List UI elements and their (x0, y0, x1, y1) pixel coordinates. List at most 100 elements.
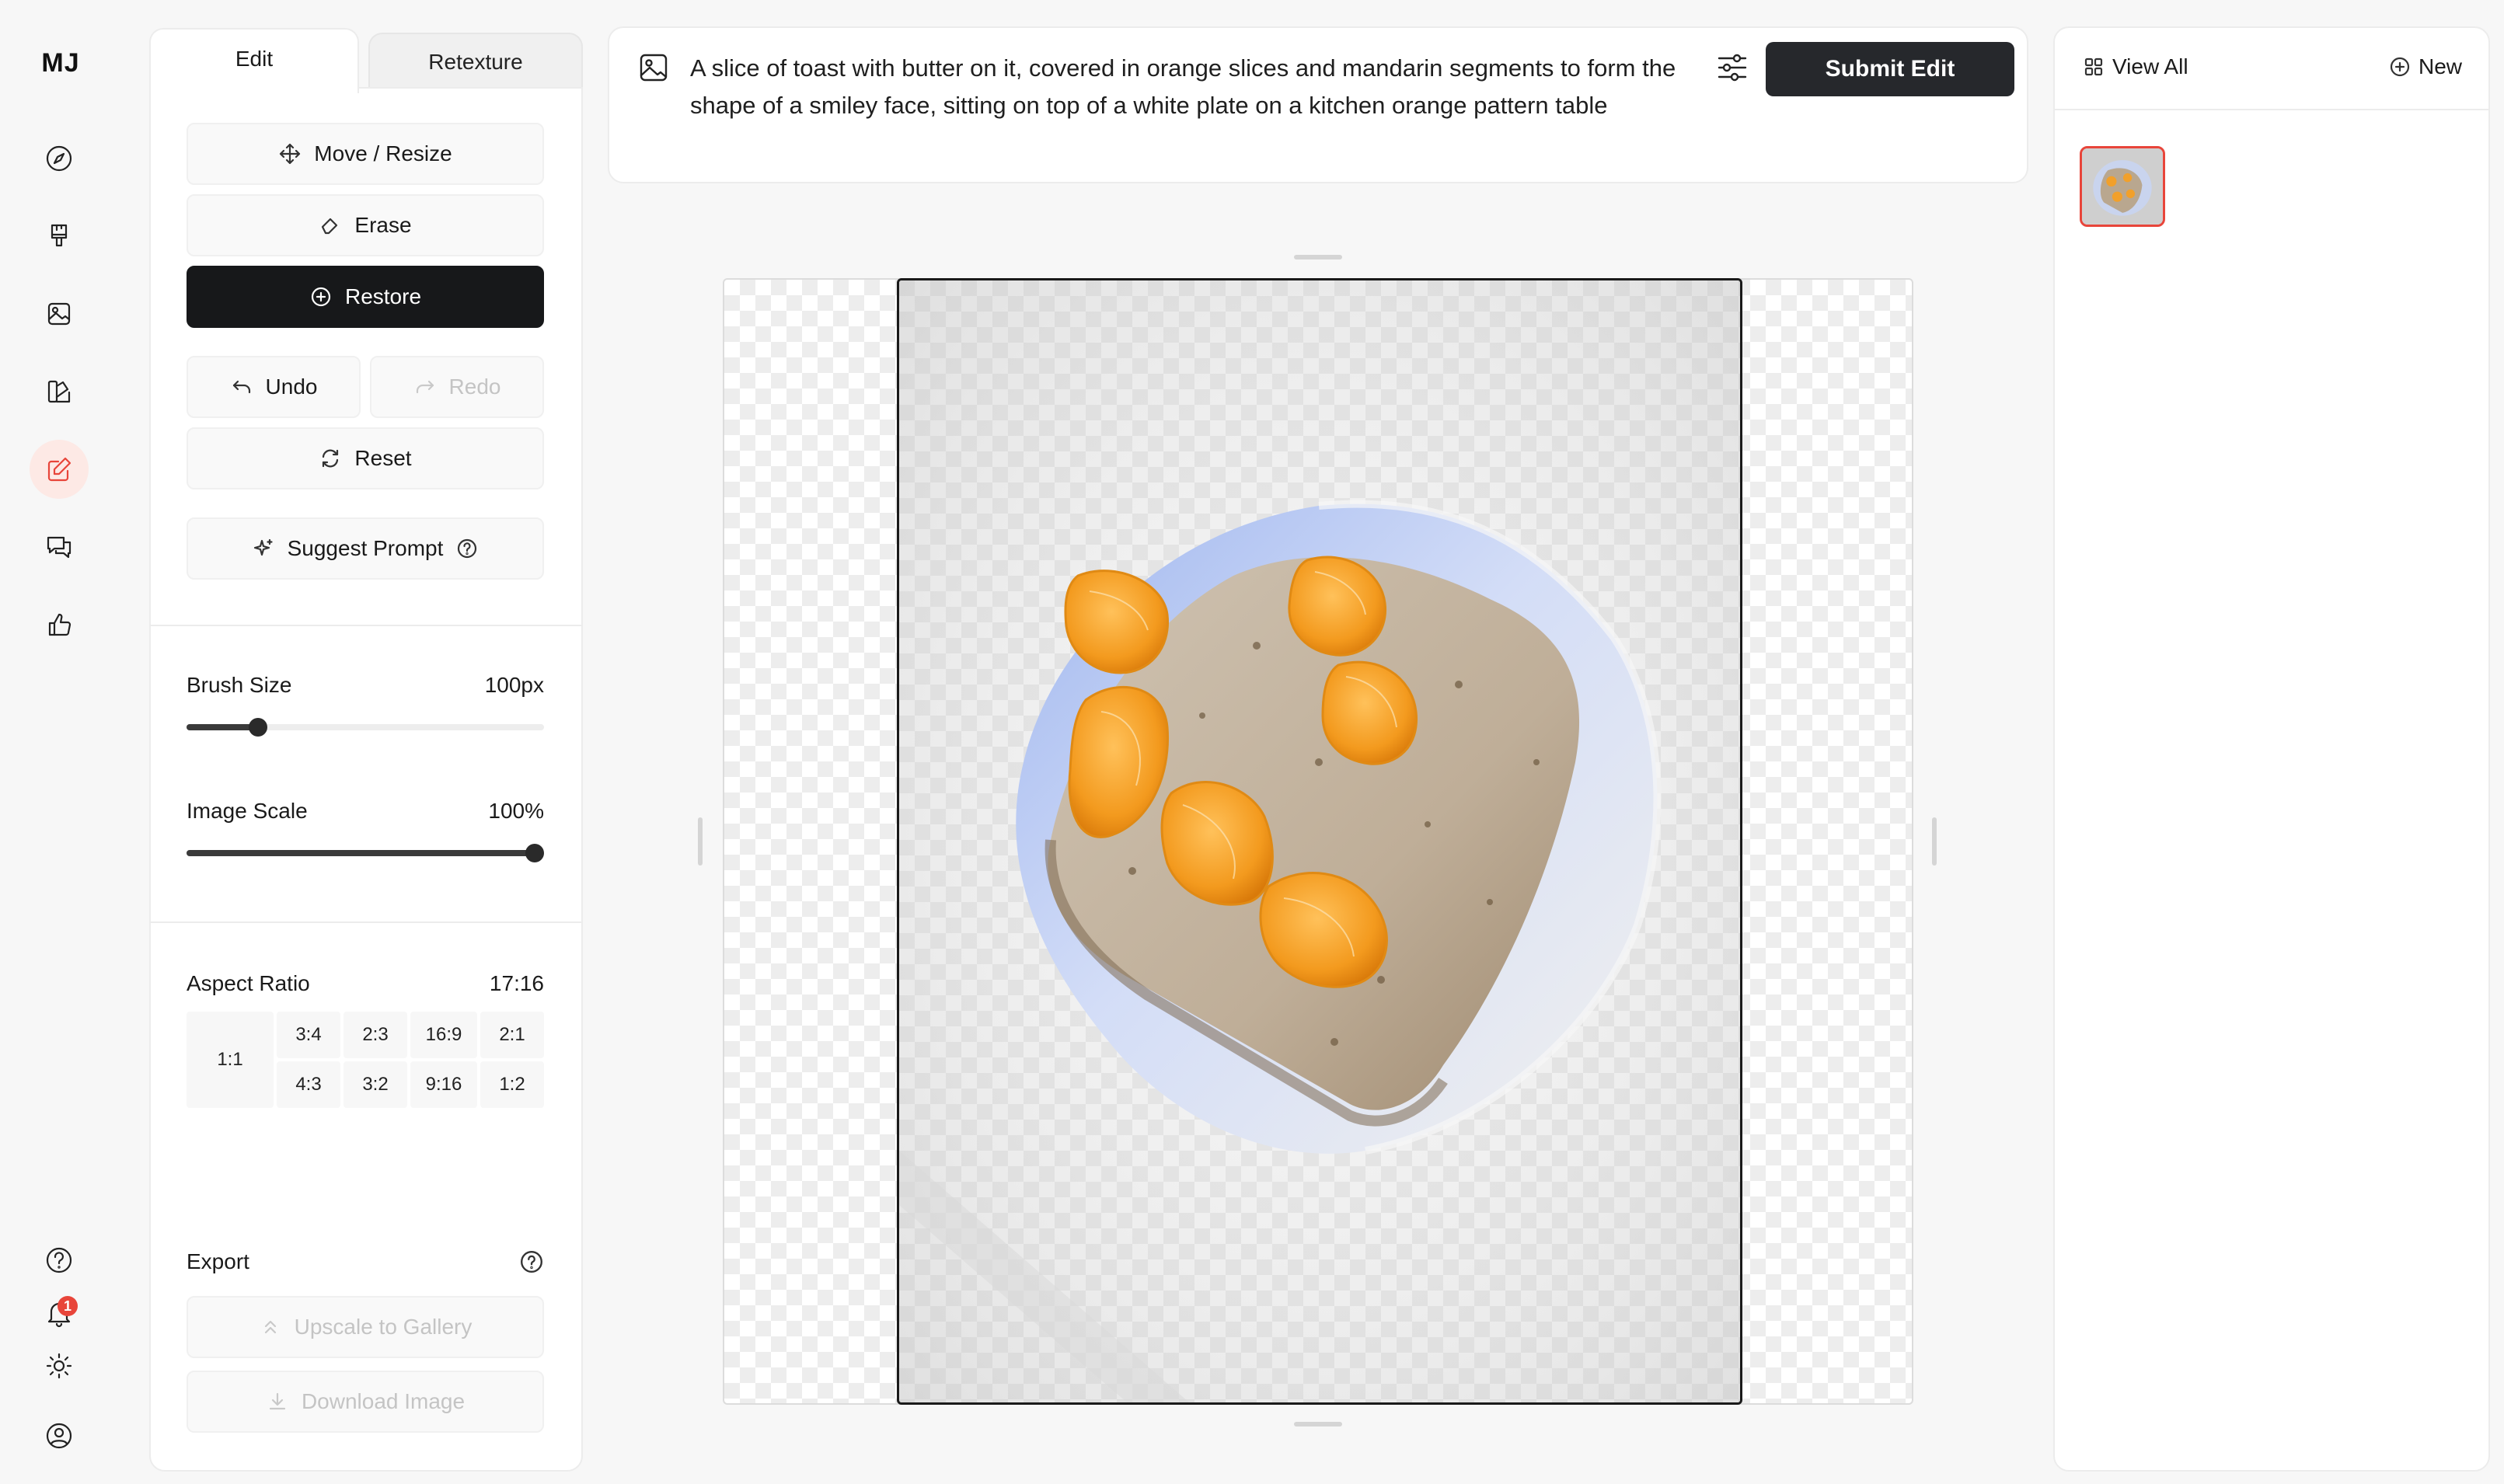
thumbnail-image (2082, 148, 2163, 225)
aspect-ratio-grid: 1:1 3:4 2:3 16:9 2:1 4:3 3:2 9:16 1:2 (187, 1012, 544, 1108)
account-button[interactable] (30, 1406, 89, 1465)
thumbs-up-icon (48, 613, 71, 636)
submit-edit-button[interactable]: Submit Edit (1766, 42, 2014, 96)
help-button[interactable] (30, 1231, 89, 1290)
erase-label: Erase (354, 213, 412, 237)
paintbrush-icon (51, 224, 68, 247)
prompt-settings-button[interactable] (1713, 48, 1752, 87)
notification-badge: 1 (58, 1296, 78, 1316)
canvas-top-handle[interactable] (1294, 255, 1342, 260)
nav-create[interactable] (30, 207, 89, 266)
export-label: Export (187, 1249, 249, 1273)
chat-bubbles-icon (47, 536, 71, 559)
nav-rate[interactable] (30, 595, 89, 654)
tab-edit[interactable]: Edit (149, 28, 359, 93)
download-label: Download Image (301, 1389, 466, 1413)
aspect-option[interactable]: 3:2 (344, 1061, 407, 1108)
canvas-right-handle[interactable] (1932, 817, 1937, 866)
upscale-label: Upscale to Gallery (294, 1315, 473, 1339)
brush-size-value: 100px (484, 673, 544, 697)
erase-button[interactable]: Erase (187, 194, 544, 256)
redo-label: Redo (448, 374, 501, 399)
nav-explore[interactable] (30, 129, 89, 188)
user-circle-icon (46, 1423, 72, 1449)
grid-icon (2084, 57, 2103, 76)
image-icon (640, 54, 668, 82)
view-all-button[interactable]: View All (2083, 54, 2188, 79)
help-circle-icon[interactable] (519, 1249, 544, 1274)
restore-button[interactable]: Restore (187, 266, 544, 328)
redo-button[interactable]: Redo (370, 356, 544, 418)
image-icon (47, 302, 71, 326)
image-prompt-button[interactable] (637, 51, 670, 84)
notifications-button[interactable] (30, 1284, 89, 1343)
canvas-bottom-handle[interactable] (1294, 1422, 1342, 1427)
app-logo[interactable]: MJ (0, 48, 121, 78)
download-image-button[interactable]: Download Image (187, 1371, 544, 1433)
brush-size-handle[interactable] (249, 718, 267, 737)
sparkles-icon (253, 538, 273, 556)
nav-organize[interactable] (30, 362, 89, 421)
aspect-option[interactable]: 9:16 (410, 1061, 477, 1108)
history-panel: View All New (2053, 26, 2490, 1472)
undo-icon (232, 380, 250, 394)
image-scale-handle[interactable] (525, 844, 544, 862)
chevrons-up-icon (264, 1320, 276, 1334)
edit-image (899, 280, 1740, 1402)
aspect-option[interactable]: 16:9 (410, 1012, 477, 1058)
edit-pencil-icon (47, 457, 71, 482)
aspect-option[interactable]: 2:1 (480, 1012, 544, 1058)
new-button[interactable]: New (2389, 54, 2462, 79)
new-label: New (2418, 54, 2462, 78)
download-icon (269, 1392, 286, 1410)
brush-size-fill (187, 724, 258, 730)
brush-size-label: Brush Size (187, 673, 292, 697)
history-thumbnail[interactable] (2080, 146, 2165, 227)
sliders-icon (1718, 54, 1747, 82)
aspect-option[interactable]: 4:3 (277, 1061, 340, 1108)
sun-icon (46, 1353, 72, 1379)
plus-circle-icon (2390, 57, 2410, 77)
canvas-left-handle[interactable] (698, 817, 703, 866)
image-scale-fill (187, 850, 535, 856)
nav-gallery[interactable] (30, 284, 89, 343)
refresh-icon (323, 449, 339, 468)
aspect-option[interactable]: 1:2 (480, 1061, 544, 1108)
upscale-to-gallery-button[interactable]: Upscale to Gallery (187, 1296, 544, 1358)
view-all-label: View All (2112, 54, 2188, 78)
help-circle-icon[interactable] (455, 537, 479, 560)
prompt-input[interactable]: A slice of toast with butter on it, cove… (690, 50, 1677, 124)
plus-circle-icon (311, 287, 331, 307)
suggest-prompt-label: Suggest Prompt (287, 536, 444, 560)
panel-divider (149, 625, 583, 626)
brush-size-slider[interactable] (187, 718, 544, 737)
image-scale-slider[interactable] (187, 844, 544, 862)
aspect-option[interactable]: 3:4 (277, 1012, 340, 1058)
aspect-ratio-value: 17:16 (489, 971, 544, 995)
history-panel-header: View All New (2055, 28, 2488, 110)
image-scale-value: 100% (488, 799, 544, 823)
reset-label: Reset (354, 446, 412, 470)
image-scale-label: Image Scale (187, 799, 308, 823)
undo-label: Undo (265, 374, 318, 399)
compass-icon (46, 145, 72, 172)
edit-canvas[interactable] (897, 278, 1742, 1405)
redo-icon (416, 380, 434, 394)
swatch-book-icon (47, 380, 71, 403)
restore-label: Restore (344, 284, 422, 308)
move-icon (280, 143, 301, 165)
nav-rail: MJ 1 (0, 0, 121, 1484)
aspect-ratio-label: Aspect Ratio (187, 971, 310, 995)
undo-button[interactable]: Undo (187, 356, 361, 418)
suggest-prompt-button[interactable]: Suggest Prompt (187, 517, 544, 580)
theme-toggle[interactable] (30, 1336, 89, 1395)
panel-divider (149, 921, 583, 923)
reset-button[interactable]: Reset (187, 427, 544, 489)
tab-edit-label: Edit (235, 47, 274, 71)
nav-chat[interactable] (30, 517, 89, 577)
aspect-option[interactable]: 2:3 (344, 1012, 407, 1058)
move-resize-button[interactable]: Move / Resize (187, 123, 544, 185)
aspect-option-1-1[interactable]: 1:1 (187, 1012, 274, 1108)
nav-edit[interactable] (30, 440, 89, 499)
tab-retexture[interactable]: Retexture (368, 33, 583, 95)
